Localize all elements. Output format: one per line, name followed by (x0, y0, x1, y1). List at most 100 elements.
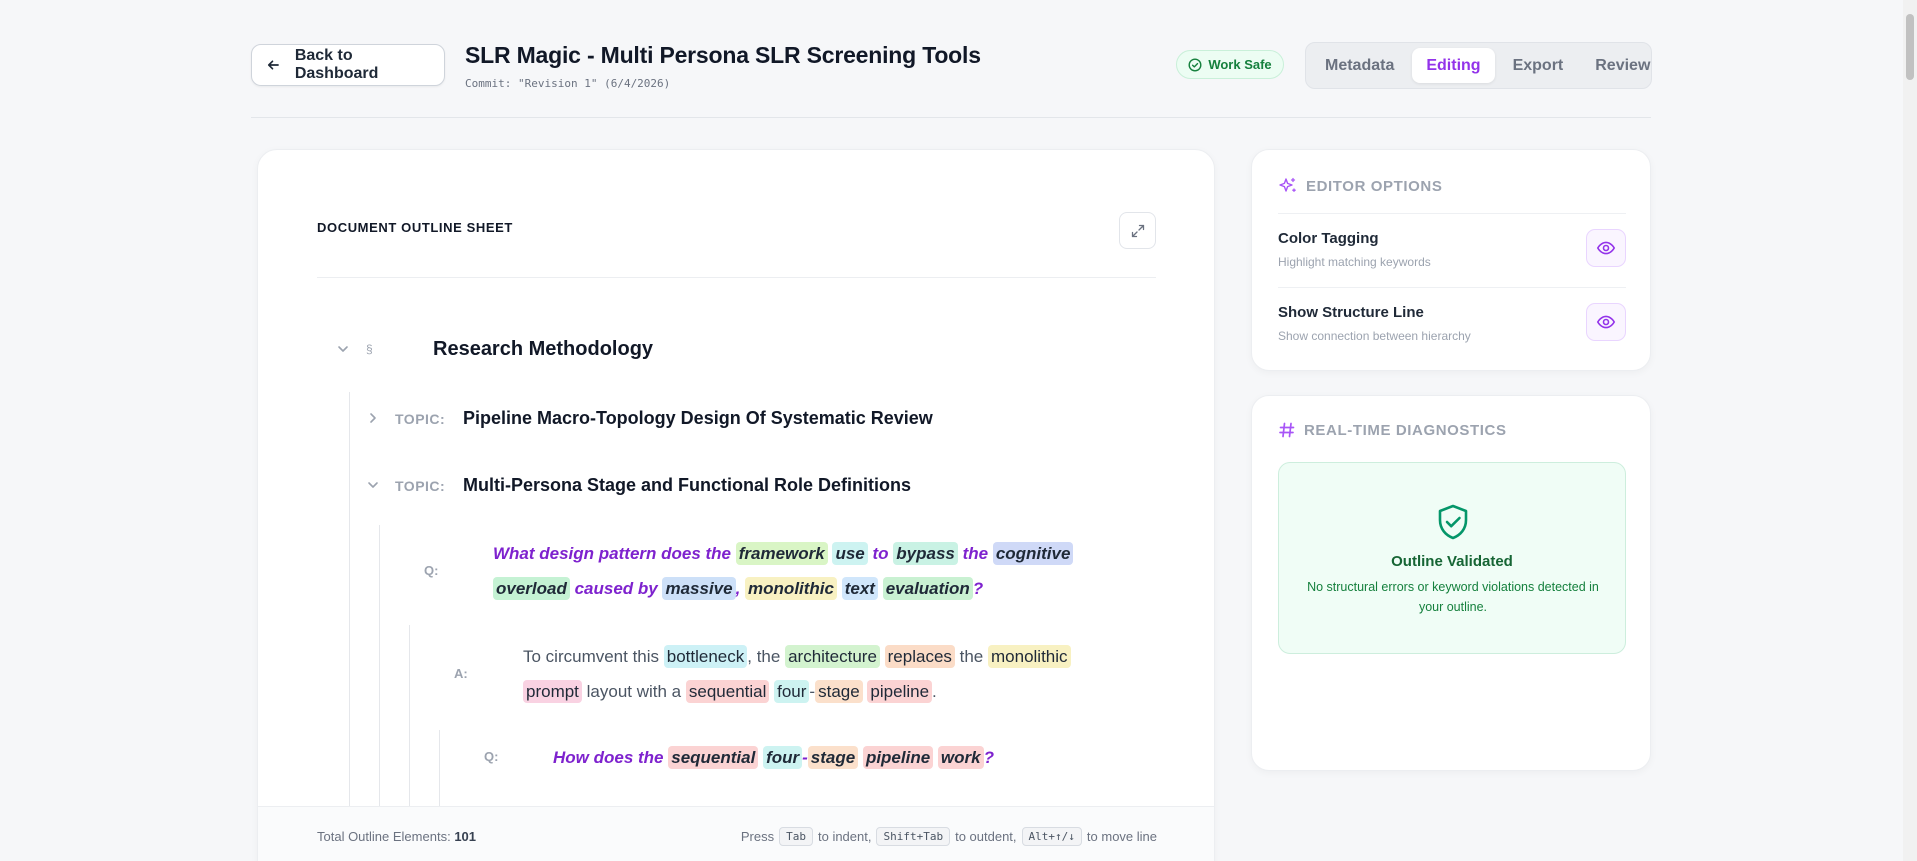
answer-label: A: (454, 666, 468, 681)
outline-footer: Total Outline Elements: 101 Press Tab to… (258, 806, 1214, 861)
question-text-line[interactable]: What design pattern does the framework u… (493, 536, 1074, 571)
text-segment: How does the (553, 748, 669, 767)
keyword-tag: sequential (685, 680, 770, 703)
text-segment: - (802, 748, 808, 767)
keyword-tag: pipeline (867, 680, 933, 703)
keyword-tag: text (841, 577, 878, 600)
question-label: Q: (484, 749, 499, 764)
keyword-tag: cognitive (992, 542, 1074, 565)
kbd-alt-arrows: Alt+↑/↓ (1021, 827, 1082, 846)
hint-press: Press (740, 829, 775, 844)
outline-count-label: Total Outline Elements: (317, 829, 451, 844)
chevron-right-icon[interactable] (366, 411, 380, 425)
validation-title: Outline Validated (1391, 553, 1513, 570)
keyword-tag: pipeline (862, 746, 934, 769)
validation-status-box: Outline Validated No structural errors o… (1278, 462, 1626, 654)
keyword-tag: use (832, 542, 868, 565)
topic-item[interactable]: Pipeline Macro-Topology Design Of System… (463, 408, 933, 429)
text-segment: ? (972, 579, 984, 598)
keyword-tag: massive (662, 577, 736, 600)
validation-message: No structural errors or keyword violatio… (1307, 580, 1599, 614)
keyword-tag: evaluation (882, 577, 973, 600)
tab-export[interactable]: Export (1499, 48, 1578, 83)
text-segment: caused by (569, 579, 663, 598)
keyword-tag: bypass (893, 542, 958, 565)
outline-card: DOCUMENT OUTLINE SHEET § Research Method… (257, 149, 1215, 861)
outline-divider (317, 277, 1156, 278)
keyword-tag: four (763, 746, 803, 769)
kbd-shift-tab: Shift+Tab (876, 827, 951, 846)
work-safe-badge: Work Safe (1176, 50, 1284, 79)
kbd-tab: Tab (779, 827, 813, 846)
page-header: Back to Dashboard SLR Magic - Multi Pers… (251, 0, 1652, 118)
text-segment (880, 647, 885, 666)
keyword-tag: stage (807, 746, 859, 769)
work-safe-label: Work Safe (1208, 57, 1272, 72)
hint-move: to move line (1086, 829, 1157, 844)
text-segment: layout with a (581, 682, 686, 701)
keyword-tag: sequential (668, 746, 759, 769)
answer-text-line[interactable]: To circumvent this bottleneck, the archi… (523, 639, 1071, 674)
scrollbar-thumb[interactable] (1906, 14, 1914, 80)
expand-button[interactable] (1119, 212, 1156, 249)
keyword-tag: framework (735, 542, 828, 565)
keyword-tag: monolithic (745, 577, 837, 600)
answer-text-line[interactable]: prompt layout with a sequential four - sta… (523, 674, 937, 709)
text-segment (878, 579, 883, 598)
text-segment: To circumvent this (523, 647, 664, 666)
keyword-tag: monolithic (988, 645, 1071, 668)
option-subtitle: Show connection between hierarchy (1278, 329, 1471, 343)
text-segment: What design pattern does the (493, 544, 736, 563)
eye-icon (1596, 241, 1616, 255)
question-text-line[interactable]: overload caused by massive, monolithic t… (493, 571, 983, 606)
option-structure-line: Show Structure Line Show connection betw… (1278, 287, 1626, 361)
back-to-dashboard-label: Back to Dashboard (294, 47, 379, 82)
option-title: Show Structure Line (1278, 304, 1424, 321)
editor-options-panel: EDITOR OPTIONS Color Tagging Highlight m… (1251, 149, 1651, 371)
view-tabs: Metadata Editing Export Review (1305, 42, 1652, 89)
tab-review[interactable]: Review (1581, 48, 1664, 83)
option-color-tagging: Color Tagging Highlight matching keyword… (1278, 213, 1626, 287)
topic-label: TOPIC: (395, 411, 446, 427)
page-scrollbar[interactable] (1903, 0, 1917, 861)
section-title[interactable]: Research Methodology (433, 338, 653, 361)
arrow-left-icon (267, 60, 279, 70)
structure-line-toggle[interactable] (1586, 303, 1626, 341)
eye-icon (1596, 315, 1616, 329)
text-segment: to (867, 544, 894, 563)
shield-check-icon (1438, 504, 1468, 540)
outline-count-value: 101 (454, 829, 477, 844)
keyword-tag: bottleneck (663, 645, 748, 668)
editor-options-title: EDITOR OPTIONS (1306, 177, 1443, 195)
editor-options-header: EDITOR OPTIONS (1278, 176, 1442, 196)
tab-editing[interactable]: Editing (1412, 48, 1495, 83)
tab-metadata[interactable]: Metadata (1311, 48, 1408, 83)
outline-heading: DOCUMENT OUTLINE SHEET (317, 220, 513, 235)
diagnostics-panel: REAL-TIME DIAGNOSTICS Outline Validated … (1251, 395, 1651, 771)
keyword-tag: overload (493, 577, 570, 600)
chevron-down-icon[interactable] (336, 342, 350, 356)
text-segment: the (957, 544, 993, 563)
hint-indent: to indent, (817, 829, 872, 844)
keyword-tag: work (937, 746, 984, 769)
keyword-tag: architecture (785, 645, 880, 668)
keyword-tag: four (774, 680, 810, 703)
structure-line (349, 392, 350, 861)
text-segment: ? (983, 748, 994, 767)
color-tagging-toggle[interactable] (1586, 229, 1626, 267)
chevron-down-icon[interactable] (366, 478, 380, 492)
section-marker: § (366, 342, 373, 356)
keyword-tag: stage (815, 680, 863, 703)
topic-item[interactable]: Multi-Persona Stage and Functional Role … (463, 475, 911, 496)
back-to-dashboard-button[interactable]: Back to Dashboard (251, 44, 445, 86)
page-title: SLR Magic - Multi Persona SLR Screening … (465, 42, 981, 68)
diagnostics-header: REAL-TIME DIAGNOSTICS (1278, 421, 1507, 439)
text-segment: , (735, 579, 746, 598)
outline-count: Total Outline Elements: 101 (317, 829, 476, 844)
commit-info: Commit: "Revision 1" (6/4/2026) (465, 77, 671, 90)
option-title: Color Tagging (1278, 230, 1379, 247)
question-text-line[interactable]: How does the sequential four - stage pipel… (553, 740, 994, 775)
topic-label: TOPIC: (395, 478, 446, 494)
text-segment: . (932, 682, 937, 701)
sparkles-icon (1279, 177, 1296, 193)
